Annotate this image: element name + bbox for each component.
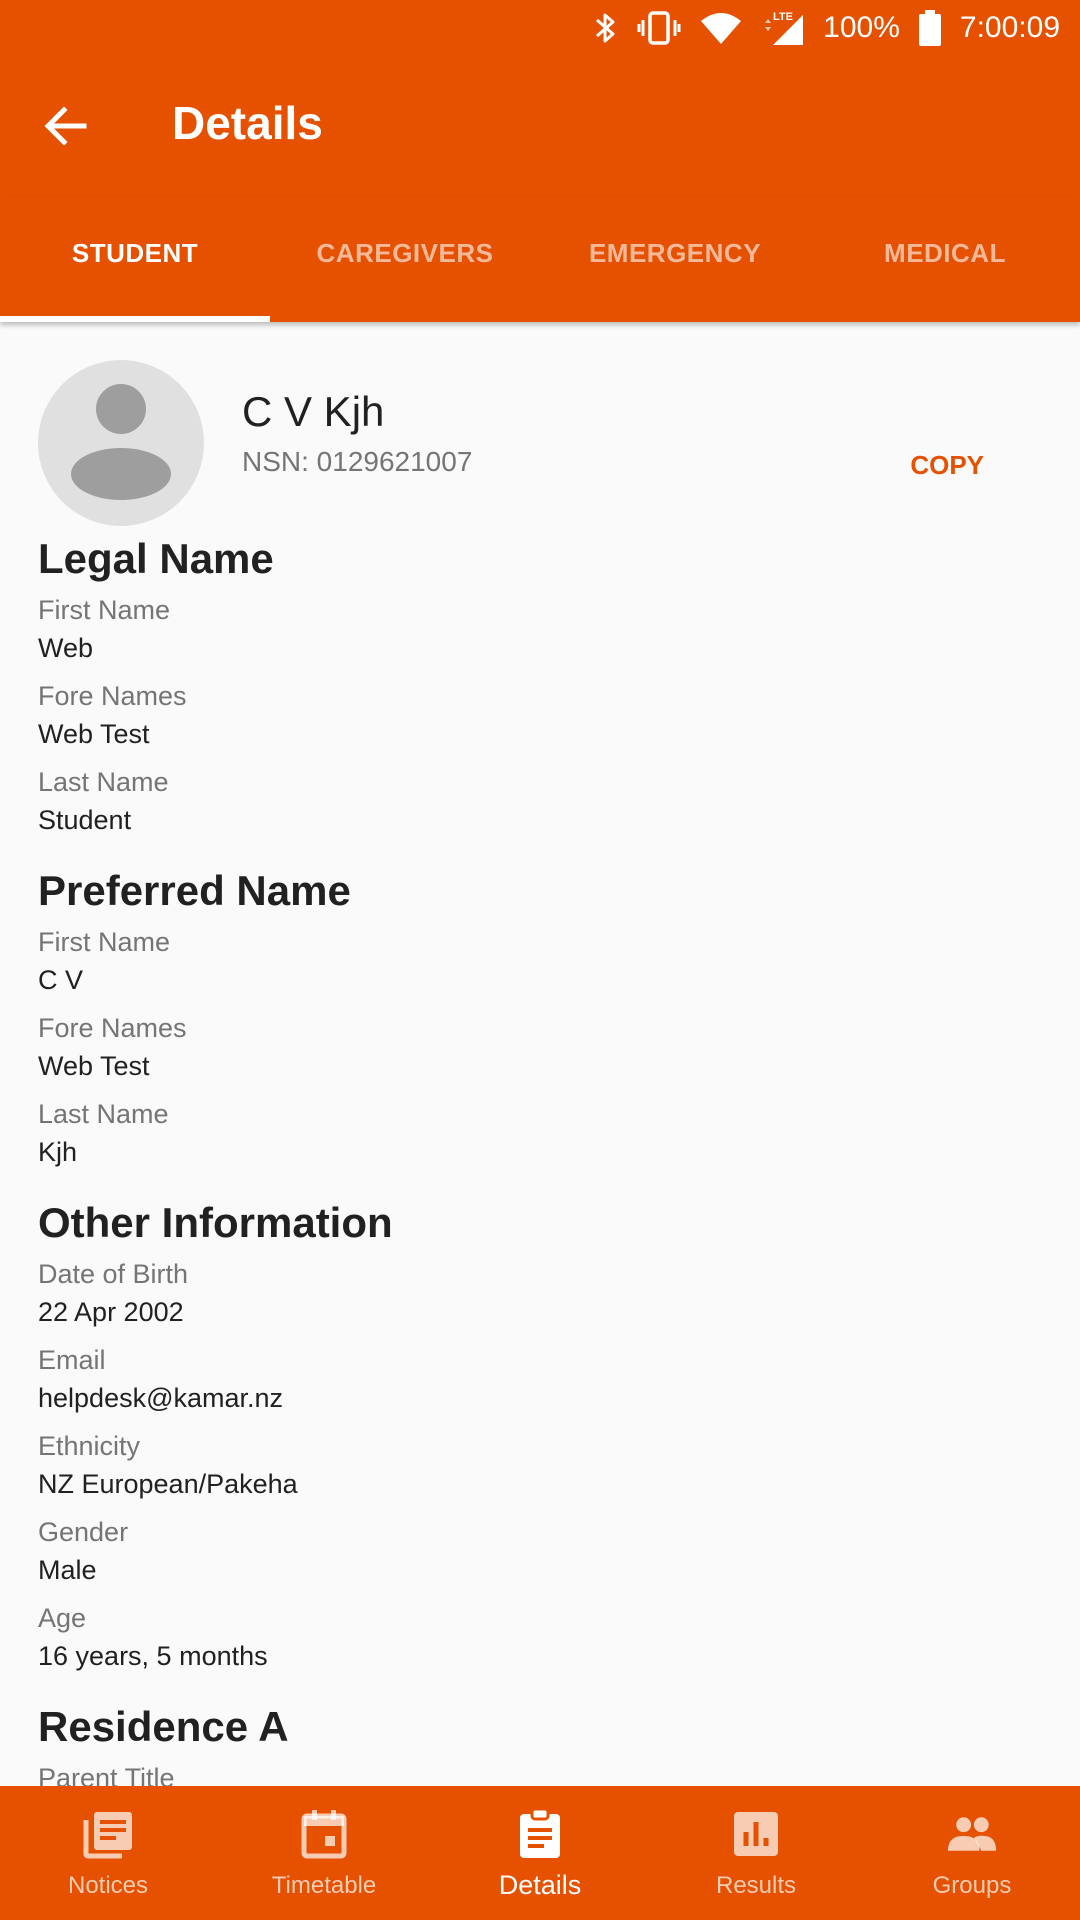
- tab-label: STUDENT: [71, 237, 199, 268]
- field-label: Fore Names: [38, 1013, 187, 1043]
- field-email: Email helpdesk@kamar.nz: [38, 1340, 1042, 1426]
- page-title: Details: [172, 97, 323, 149]
- nav-results[interactable]: Results: [648, 1786, 864, 1920]
- field-label: Email: [38, 1345, 106, 1375]
- tab-label: MEDICAL: [884, 237, 1006, 268]
- nav-label: Results: [715, 1872, 797, 1899]
- field-value[interactable]: helpdesk@kamar.nz: [38, 1380, 1042, 1416]
- lte-signal-icon: LTE: [761, 9, 805, 47]
- nav-groups[interactable]: Groups: [864, 1786, 1080, 1920]
- detail-sections: Legal Name First Name Web Fore Names Web…: [38, 528, 1042, 1786]
- arrow-back-icon: [44, 106, 87, 146]
- nav-label: Notices: [67, 1872, 149, 1899]
- field-preferred-first-name: First Name C V: [38, 922, 1042, 1008]
- field-age: Age 16 years, 5 months: [38, 1598, 1042, 1684]
- avatar-head: [96, 384, 146, 434]
- student-name: C V Kjh: [242, 388, 385, 435]
- clock: 7:00:09: [959, 11, 1060, 44]
- field-value: Web Test: [38, 1051, 150, 1081]
- nav-label: Details: [498, 1870, 582, 1900]
- svg-text:LTE: LTE: [773, 11, 793, 23]
- field-value: Web Test: [38, 719, 150, 749]
- tab-caregivers[interactable]: CAREGIVERS: [270, 196, 540, 322]
- field-label: Last Name: [38, 767, 169, 797]
- nav-notices[interactable]: Notices: [0, 1786, 216, 1920]
- field-value: Kjh: [38, 1137, 78, 1167]
- field-value: NZ European/Pakeha: [38, 1469, 298, 1499]
- field-parent-title: Parent Title: [38, 1758, 1042, 1786]
- field-label: Fore Names: [38, 681, 187, 711]
- nav-details[interactable]: Details: [432, 1786, 648, 1920]
- field-legal-first-name: First Name Web: [38, 590, 1042, 676]
- field-value: C V: [38, 965, 84, 995]
- avatar: [38, 360, 204, 526]
- tab-student[interactable]: STUDENT: [0, 196, 270, 322]
- nav-label: Timetable: [271, 1872, 377, 1899]
- section-other-information: Other Information Date of Birth 22 Apr 2…: [38, 1192, 1042, 1684]
- field-value: Web: [38, 633, 94, 663]
- notices-icon: [82, 1808, 134, 1860]
- app-bar: Details: [0, 56, 1080, 196]
- battery-icon: [918, 10, 942, 46]
- field-preferred-fore-names: Fore Names Web Test: [38, 1008, 1042, 1094]
- vibrate-icon: [637, 11, 681, 45]
- field-legal-fore-names: Fore Names Web Test: [38, 676, 1042, 762]
- section-legal-name: Legal Name First Name Web Fore Names Web…: [38, 528, 1042, 848]
- tab-emergency[interactable]: EMERGENCY: [540, 196, 810, 322]
- bar-chart-icon: [730, 1808, 782, 1860]
- profile-header: C V Kjh NSN: 0129621007 COPY: [38, 360, 1042, 526]
- nav-label: Groups: [932, 1872, 1012, 1899]
- status-bar: LTE 100% 7:00:09: [0, 0, 1080, 56]
- field-value: 16 years, 5 months: [38, 1641, 268, 1671]
- calendar-icon: [298, 1808, 350, 1860]
- field-gender: Gender Male: [38, 1512, 1042, 1598]
- nav-timetable[interactable]: Timetable: [216, 1786, 432, 1920]
- field-label: Parent Title: [38, 1763, 175, 1786]
- section-title: Legal Name: [38, 535, 274, 582]
- field-legal-last-name: Last Name Student: [38, 762, 1042, 848]
- section-preferred-name: Preferred Name First Name C V Fore Names…: [38, 860, 1042, 1180]
- tab-label: CAREGIVERS: [316, 237, 494, 268]
- bottom-navigation: Notices Timetable Details Results Groups: [0, 1786, 1080, 1920]
- battery-level: 100%: [823, 11, 900, 44]
- section-title: Other Information: [38, 1199, 393, 1246]
- section-title: Preferred Name: [38, 867, 351, 914]
- field-value: Male: [38, 1555, 97, 1585]
- field-label: Age: [38, 1603, 87, 1633]
- people-icon: [946, 1808, 998, 1860]
- field-label: Date of Birth: [38, 1259, 189, 1289]
- field-value: Student: [38, 805, 132, 835]
- field-ethnicity: Ethnicity NZ European/Pakeha: [38, 1426, 1042, 1512]
- section-residence-a: Residence A Parent Title: [38, 1696, 1042, 1786]
- back-button[interactable]: [36, 96, 96, 156]
- student-nsn: NSN: 0129621007: [242, 446, 473, 477]
- section-title: Residence A: [38, 1703, 289, 1750]
- field-label: Last Name: [38, 1099, 169, 1129]
- field-label: First Name: [38, 927, 171, 957]
- field-preferred-last-name: Last Name Kjh: [38, 1094, 1042, 1180]
- bluetooth-icon: [593, 11, 619, 45]
- field-value: 22 Apr 2002: [38, 1297, 184, 1327]
- field-label: Ethnicity: [38, 1431, 141, 1461]
- tab-medical[interactable]: MEDICAL: [810, 196, 1080, 322]
- tab-bar: STUDENT CAREGIVERS EMERGENCY MEDICAL: [0, 196, 1080, 322]
- avatar-body: [71, 448, 171, 500]
- field-label: Gender: [38, 1517, 129, 1547]
- tab-label: EMERGENCY: [588, 237, 762, 268]
- app-root: LTE 100% 7:00:09 Details STUDENT CAREGIV…: [0, 0, 1080, 1920]
- wifi-icon: [699, 11, 743, 45]
- field-label: First Name: [38, 595, 171, 625]
- details-content[interactable]: C V Kjh NSN: 0129621007 COPY Legal Name …: [0, 322, 1080, 1786]
- status-icons: LTE 100% 7:00:09: [593, 6, 1060, 50]
- copy-button[interactable]: COPY: [910, 450, 984, 481]
- clipboard-icon: [514, 1808, 566, 1860]
- field-date-of-birth: Date of Birth 22 Apr 2002: [38, 1254, 1042, 1340]
